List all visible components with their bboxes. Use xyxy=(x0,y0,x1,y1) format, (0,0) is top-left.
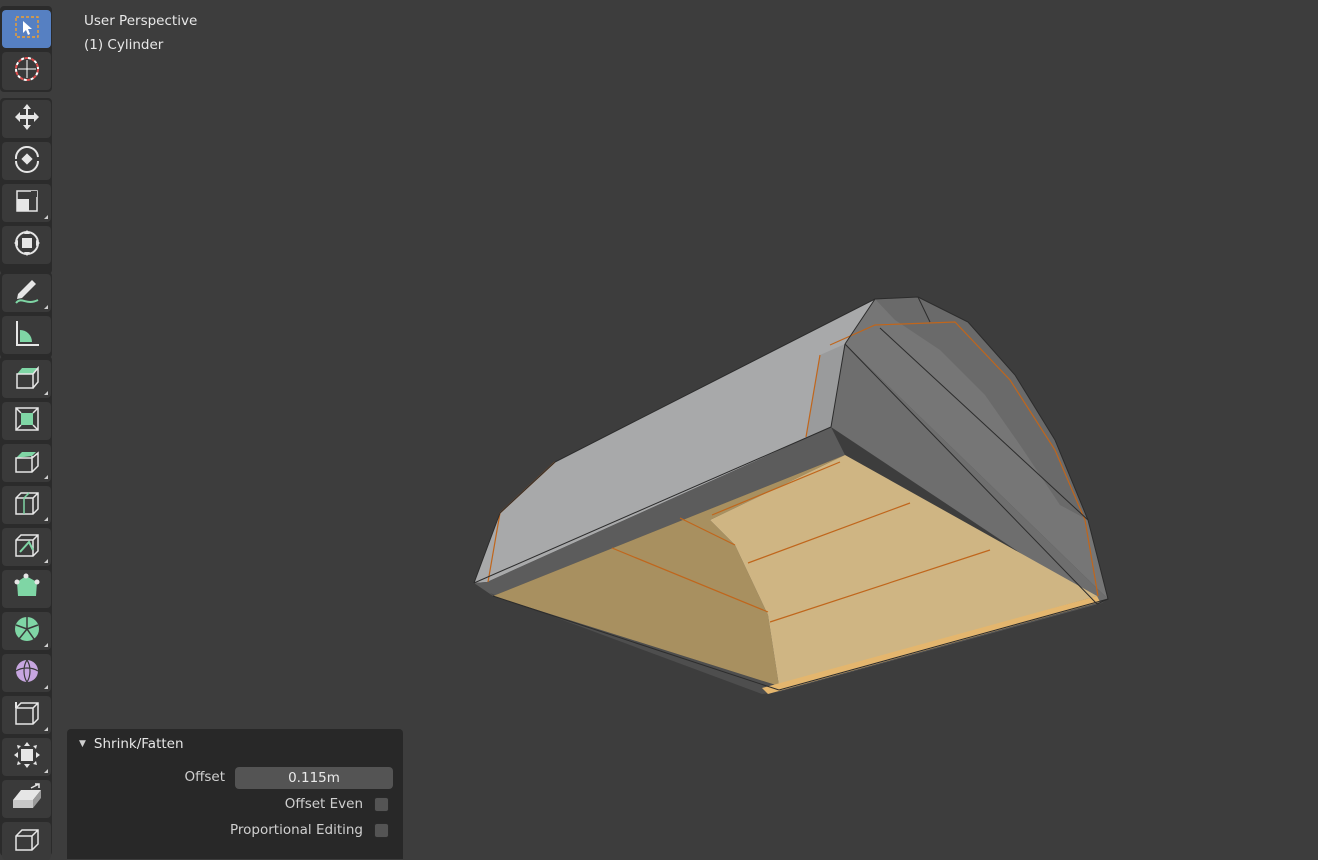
spin-icon xyxy=(12,614,42,648)
tool-rotate[interactable] xyxy=(2,142,51,180)
redo-panel-shrink-fatten: ▼ Shrink/Fatten Offset 0.115m Offset Eve… xyxy=(67,729,403,859)
3d-viewport[interactable]: User Perspective (1) Cylinder ▼ Shrink/F… xyxy=(0,0,1318,860)
view-name: User Perspective xyxy=(84,13,198,29)
cursor-icon xyxy=(12,54,42,88)
offset-even-label: Offset Even xyxy=(284,796,363,812)
collapse-triangle-icon[interactable]: ▼ xyxy=(79,739,86,749)
viewport-info: User Perspective (1) Cylinder xyxy=(84,9,197,57)
redo-panel-header[interactable]: ▼ Shrink/Fatten xyxy=(79,736,184,752)
tool-annotate[interactable] xyxy=(2,274,51,312)
proportional-editing-label: Proportional Editing xyxy=(230,822,363,838)
shrink-fatten-icon xyxy=(12,740,42,774)
tool-select-box[interactable] xyxy=(2,10,51,48)
measure-icon xyxy=(12,318,42,352)
tool-rip-region[interactable] xyxy=(2,822,51,860)
tool-extrude-region[interactable] xyxy=(2,360,51,398)
tool-bevel[interactable] xyxy=(2,444,51,482)
tool-knife[interactable] xyxy=(2,528,51,566)
proportional-editing-checkbox[interactable] xyxy=(374,823,389,838)
tool-edge-slide[interactable] xyxy=(2,696,51,734)
extrude-region-icon xyxy=(12,362,42,396)
rotate-icon xyxy=(12,144,42,178)
tool-loop-cut[interactable] xyxy=(2,486,51,524)
active-object-name: (1) Cylinder xyxy=(84,37,164,53)
tool-move[interactable] xyxy=(2,100,51,138)
poly-build-icon xyxy=(12,572,42,606)
offset-even-checkbox[interactable] xyxy=(374,797,389,812)
tool-scale[interactable] xyxy=(2,184,51,222)
scale-icon xyxy=(12,186,42,220)
select-box-icon xyxy=(13,13,41,45)
tool-spin[interactable] xyxy=(2,612,51,650)
rip-region-icon xyxy=(12,824,42,858)
mesh-scene[interactable] xyxy=(0,0,1318,845)
bevel-icon xyxy=(12,446,42,480)
inset-faces-icon xyxy=(12,404,42,438)
offset-field[interactable]: 0.115m xyxy=(235,767,393,789)
tool-cursor[interactable] xyxy=(2,52,51,90)
redo-panel-title: Shrink/Fatten xyxy=(93,736,184,752)
tool-shrink-fatten[interactable] xyxy=(2,738,51,776)
tool-poly-build[interactable] xyxy=(2,570,51,608)
move-icon xyxy=(12,102,42,136)
knife-icon xyxy=(12,530,42,564)
smooth-icon xyxy=(12,656,42,690)
tool-inset-faces[interactable] xyxy=(2,402,51,440)
tool-shear[interactable] xyxy=(2,780,51,818)
tool-smooth[interactable] xyxy=(2,654,51,692)
annotate-icon xyxy=(12,276,42,310)
tool-transform[interactable] xyxy=(2,226,51,264)
shear-icon xyxy=(11,782,43,816)
tool-measure[interactable] xyxy=(2,316,51,354)
loop-cut-icon xyxy=(12,488,42,522)
edge-slide-icon xyxy=(12,698,42,732)
offset-label: Offset xyxy=(184,769,225,785)
transform-icon xyxy=(12,228,42,262)
